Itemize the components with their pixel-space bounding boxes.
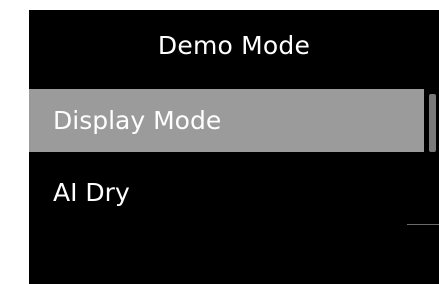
menu-item-display-mode[interactable]: Display Mode	[29, 89, 424, 152]
menu-item-label: AI Dry	[53, 178, 130, 207]
scrollbar-thumb[interactable]	[429, 94, 436, 152]
divider-line	[407, 224, 439, 225]
menu-item-ai-dry[interactable]: AI Dry	[29, 161, 424, 224]
menu-title: Demo Mode	[157, 30, 311, 60]
menu-item-label: Display Mode	[53, 106, 222, 135]
tv-menu-screen: Demo Mode Display Mode AI Dry	[29, 10, 439, 284]
